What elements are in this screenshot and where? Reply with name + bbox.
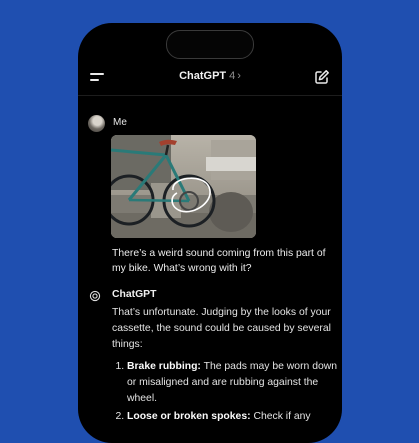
- chatgpt-logo-icon: [89, 290, 101, 302]
- bike-photo-image: [111, 135, 256, 238]
- chevron-right-icon: ›: [237, 70, 241, 82]
- app-title: ChatGPT: [179, 70, 227, 82]
- list-item-title: Brake rubbing:: [127, 361, 201, 372]
- list-item: Loose or broken spokes: Check if any: [127, 409, 342, 425]
- phone-frame: ChatGPT 4 › Me There’s a weird sound com…: [78, 23, 342, 443]
- assistant-message-intro: That’s unfortunate. Judging by the looks…: [112, 307, 331, 350]
- sender-name-assistant: ChatGPT: [112, 289, 157, 300]
- user-message-text: There’s a weird sound coming from this p…: [112, 248, 326, 274]
- list-item: Brake rubbing: The pads may be worn down…: [127, 359, 342, 407]
- edit-icon[interactable]: [314, 69, 330, 85]
- header-divider: [78, 95, 342, 96]
- attached-bike-photo[interactable]: [111, 135, 256, 238]
- model-version: 4: [229, 70, 236, 82]
- sender-name-user: Me: [113, 117, 127, 128]
- dynamic-island: [166, 30, 254, 59]
- app-header: ChatGPT 4 ›: [78, 65, 342, 93]
- avatar: [88, 115, 105, 132]
- model-selector[interactable]: ChatGPT 4 ›: [78, 70, 342, 82]
